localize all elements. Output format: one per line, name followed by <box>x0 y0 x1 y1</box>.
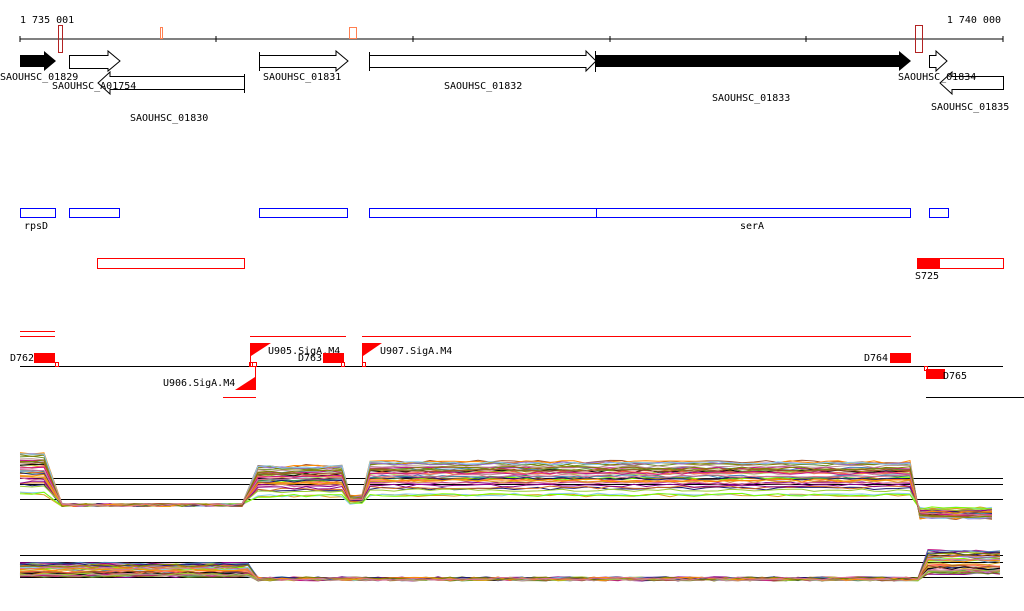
expression-panel-minus <box>19 548 1003 582</box>
feature-label: D763 <box>298 353 322 364</box>
ruler: 1 735 001 1 740 000 <box>19 15 1004 53</box>
gene-arrow-01832[interactable] <box>369 49 597 73</box>
gene-arrow-01834[interactable] <box>929 49 948 73</box>
feature-label: D765 <box>943 371 967 382</box>
terminator-d764[interactable] <box>890 353 911 363</box>
ruler-end-label: 1 740 000 <box>947 15 1001 26</box>
marker-box[interactable] <box>349 27 357 39</box>
ruler-start-label: 1 735 001 <box>20 15 74 26</box>
feature-label: U906.SigA.M4 <box>163 378 235 389</box>
gene-box[interactable] <box>259 208 348 218</box>
gene-arrow-a01754[interactable] <box>69 49 121 73</box>
gene-label: SAOUHSC_A01754 <box>52 81 136 92</box>
expression-panel-plus <box>19 452 1003 521</box>
srna-label: S725 <box>915 271 939 282</box>
gene-label: SAOUHSC_01830 <box>130 113 208 124</box>
srna-track: S725 <box>97 258 1004 282</box>
feature-track: D762 U905.SigA.M4 D763 U907.SigA.M4 U906… <box>10 331 1024 398</box>
gene-name-rpsd: rpsD <box>24 221 48 232</box>
feature-label: D764 <box>864 353 888 364</box>
genome-browser: 1 735 001 1 740 000 SAOUHSC_01829 SAOUHS… <box>0 15 1024 582</box>
srna-box[interactable] <box>97 258 245 269</box>
gene-box-rpsd[interactable] <box>20 208 56 218</box>
gene-label: SAOUHSC_01831 <box>263 72 341 83</box>
gene-arrow-01831[interactable] <box>259 49 349 73</box>
terminator-d763[interactable] <box>323 353 344 363</box>
feature-label: U907.SigA.M4 <box>380 346 452 357</box>
expression-trace <box>19 460 993 518</box>
gene-track: SAOUHSC_01829 SAOUHSC_A01754 SAOUHSC_018… <box>0 49 1009 124</box>
gene-label: SAOUHSC_01832 <box>444 81 522 92</box>
gene-arrow-01833[interactable] <box>596 51 911 71</box>
feature-label: D762 <box>10 353 34 364</box>
gene-box[interactable] <box>369 208 597 218</box>
gene-box[interactable] <box>69 208 120 218</box>
terminator-d762[interactable] <box>34 353 55 363</box>
gene-arrow-01829[interactable] <box>20 51 56 71</box>
gene-name-track <box>20 208 949 218</box>
gene-label: SAOUHSC_01834 <box>898 72 976 83</box>
marker-box[interactable] <box>160 27 163 39</box>
gene-box-sera[interactable] <box>596 208 911 218</box>
gene-label: SAOUHSC_01833 <box>712 93 790 104</box>
expression-trace <box>19 466 993 517</box>
expression-trace <box>19 469 993 516</box>
gene-name-sera: serA <box>740 221 764 232</box>
gene-box[interactable] <box>929 208 949 218</box>
promoter-u906-flag[interactable] <box>235 377 255 390</box>
gene-label: SAOUHSC_01835 <box>931 102 1009 113</box>
